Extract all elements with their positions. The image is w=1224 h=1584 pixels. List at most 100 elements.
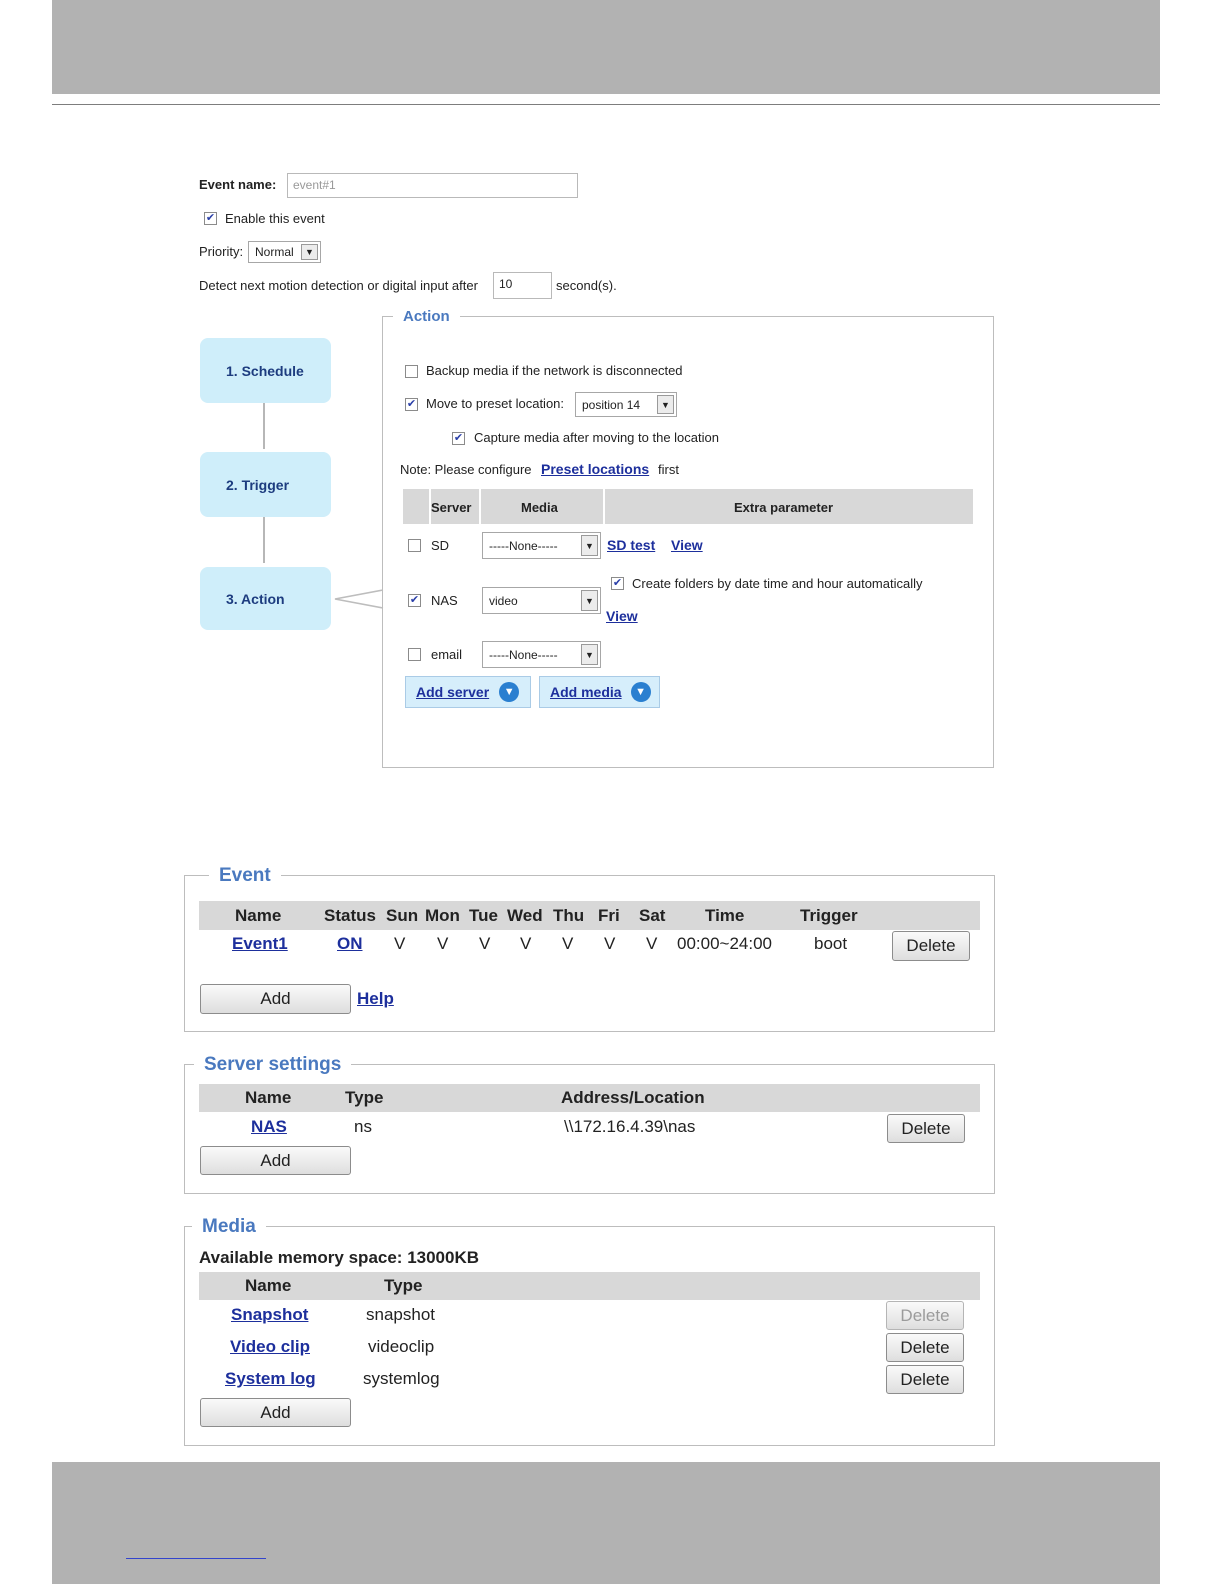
media-col-type: Type (384, 1276, 423, 1295)
server-col-type: Type (345, 1088, 384, 1107)
check-icon: ✔ (406, 398, 417, 410)
media-snapshot-link[interactable]: Snapshot (231, 1305, 308, 1325)
event-col-status: Status (324, 906, 376, 925)
delete-server-button[interactable]: Delete (887, 1114, 965, 1143)
event-col-mon: Mon (425, 906, 460, 925)
check-icon: ✔ (612, 577, 623, 589)
server-column-header: Server (431, 500, 472, 515)
add-server-settings-button[interactable]: Add (200, 1146, 351, 1175)
preset-locations-link[interactable]: Preset locations (541, 461, 649, 477)
check-icon: ✔ (205, 212, 216, 224)
nas-server-checkbox[interactable]: ✔ (408, 594, 421, 607)
memory-space-text: Available memory space: 13000KB (199, 1248, 480, 1267)
preset-location-select[interactable]: position 14 ▼ (575, 392, 677, 417)
sd-view-link[interactable]: View (671, 537, 703, 553)
nas-server-label: NAS (431, 593, 458, 608)
media-col-name: Name (245, 1276, 292, 1295)
add-media-settings-button[interactable]: Add (200, 1398, 351, 1427)
event-col-fri: Fri (598, 906, 620, 925)
event-fri-value: V (604, 934, 616, 953)
preset-location-value: position 14 (582, 397, 641, 412)
step-trigger[interactable]: 2. Trigger (200, 452, 331, 517)
sd-test-link[interactable]: SD test (607, 537, 655, 553)
event-tue-value: V (479, 934, 491, 953)
event-col-thu: Thu (553, 906, 585, 925)
note-suffix: first (658, 462, 679, 477)
event-wed-value: V (520, 934, 532, 953)
capture-media-label: Capture media after moving to the locati… (474, 430, 719, 445)
server-name-link[interactable]: NAS (251, 1117, 287, 1137)
event-legend: Event (209, 865, 281, 887)
nas-view-link[interactable]: View (606, 608, 638, 624)
step-connector (263, 517, 265, 563)
nas-media-select[interactable]: video ▼ (482, 587, 601, 614)
add-media-label: Add media (550, 684, 622, 700)
event-name-input[interactable]: event#1 (287, 173, 578, 198)
backup-media-label: Backup media if the network is disconnec… (426, 363, 683, 378)
note-prefix: Note: Please configure (400, 462, 532, 477)
create-folders-checkbox[interactable]: ✔ (611, 577, 624, 590)
enable-event-label: Enable this event (225, 211, 325, 226)
event-thu-value: V (562, 934, 574, 953)
move-preset-label: Move to preset location: (426, 396, 565, 411)
chevron-down-icon: ▼ (581, 535, 598, 556)
help-link[interactable]: Help (357, 989, 394, 1009)
delete-systemlog-button[interactable]: Delete (886, 1365, 964, 1394)
event-col-name: Name (235, 906, 282, 925)
add-server-button[interactable]: Add server ▼ (405, 676, 531, 708)
event-sun-value: V (394, 934, 406, 953)
priority-value: Normal (255, 245, 294, 259)
delete-event-button[interactable]: Delete (892, 931, 970, 961)
step-connector (263, 403, 265, 449)
event-mon-value: V (437, 934, 449, 953)
capture-media-checkbox[interactable]: ✔ (452, 432, 465, 445)
add-media-button[interactable]: Add media ▼ (539, 676, 660, 708)
media-legend: Media (192, 1216, 266, 1238)
extra-column-header: Extra parameter (734, 500, 833, 515)
event-name-link[interactable]: Event1 (232, 934, 288, 954)
delete-videoclip-button[interactable]: Delete (886, 1333, 964, 1362)
page-footer-bar (52, 1462, 1160, 1584)
sd-server-checkbox[interactable] (408, 539, 421, 552)
event-col-trigger: Trigger (800, 906, 858, 925)
event-col-sat: Sat (639, 906, 666, 925)
event-col-wed: Wed (507, 906, 543, 925)
server-col-name: Name (245, 1088, 292, 1107)
detect-label: Detect next motion detection or digital … (199, 278, 478, 293)
priority-select[interactable]: Normal ▼ (248, 241, 321, 263)
delete-snapshot-button[interactable]: Delete (886, 1301, 964, 1330)
detect-unit-label: second(s). (556, 278, 617, 293)
server-settings-legend: Server settings (194, 1054, 352, 1076)
sd-media-value: -----None----- (489, 538, 558, 553)
sd-media-select[interactable]: -----None----- ▼ (482, 532, 601, 559)
media-videoclip-type: videoclip (368, 1337, 435, 1356)
event-sat-value: V (646, 934, 658, 953)
chevron-down-icon: ▼ (581, 644, 598, 665)
action-table-header-cell (403, 489, 429, 524)
backup-media-checkbox[interactable] (405, 365, 418, 378)
step-action[interactable]: 3. Action (200, 567, 331, 630)
event-status-link[interactable]: ON (337, 934, 363, 954)
media-systemlog-link[interactable]: System log (225, 1369, 316, 1389)
server-type-value: ns (354, 1117, 372, 1136)
chevron-down-circle-icon: ▼ (499, 682, 520, 702)
create-folders-label: Create folders by date time and hour aut… (632, 576, 923, 591)
chevron-down-icon: ▼ (301, 244, 318, 260)
add-event-button[interactable]: Add (200, 984, 351, 1014)
email-server-checkbox[interactable] (408, 648, 421, 661)
action-legend: Action (393, 308, 460, 325)
step-schedule[interactable]: 1. Schedule (200, 338, 331, 403)
media-table-header (199, 1272, 980, 1300)
detect-seconds-input[interactable]: 10 (493, 272, 552, 299)
media-videoclip-link[interactable]: Video clip (230, 1337, 310, 1357)
move-preset-checkbox[interactable]: ✔ (405, 398, 418, 411)
email-media-value: -----None----- (489, 647, 558, 662)
step-pointer (334, 589, 384, 609)
enable-event-checkbox[interactable]: ✔ (204, 212, 217, 225)
footer-link-underline[interactable] (126, 1558, 266, 1559)
media-snapshot-type: snapshot (366, 1305, 435, 1324)
add-server-label: Add server (416, 684, 490, 700)
email-media-select[interactable]: -----None----- ▼ (482, 641, 601, 668)
server-col-address: Address/Location (561, 1088, 705, 1107)
media-column-header: Media (521, 500, 558, 515)
